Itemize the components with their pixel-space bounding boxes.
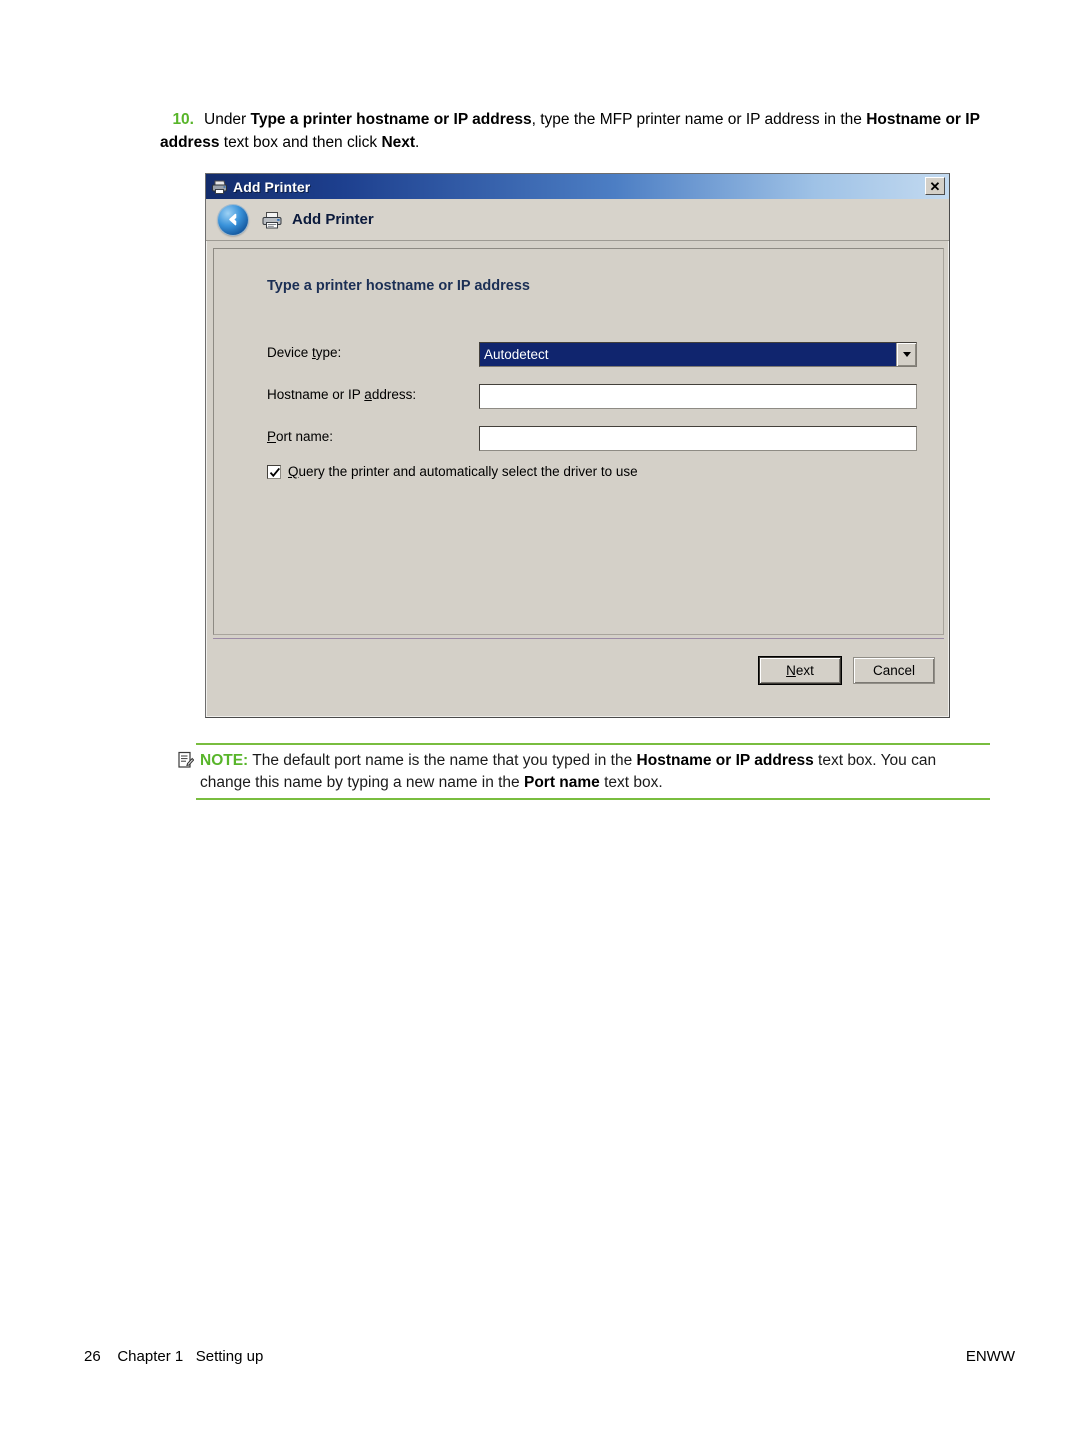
panel-heading: Type a printer hostname or IP address	[267, 278, 530, 294]
nav-title: Add Printer	[292, 211, 374, 228]
hostname-input[interactable]	[479, 384, 917, 409]
cancel-button[interactable]: Cancel	[853, 657, 935, 684]
dialog-title: Add Printer	[233, 178, 311, 195]
device-type-label: Device type:	[267, 345, 342, 360]
device-type-select[interactable]: Autodetect	[479, 342, 917, 367]
note-label: NOTE:	[200, 752, 249, 769]
note-text: NOTE: The default port name is the name …	[200, 750, 990, 794]
query-printer-checkbox-row[interactable]: Query the printer and automatically sele…	[267, 464, 638, 479]
dialog-content-panel: Type a printer hostname or IP address De…	[213, 248, 944, 635]
next-button[interactable]: Next	[758, 656, 842, 685]
port-name-label: Port name:	[267, 429, 334, 444]
note-sentence: The default port name is the name that y…	[200, 752, 937, 791]
query-printer-checkbox[interactable]	[267, 464, 281, 479]
note-icon	[178, 751, 195, 769]
hostname-row: Hostname or IP address:	[267, 387, 416, 402]
port-name-row: Port name:	[267, 429, 333, 444]
step-text: Under Type a printer hostname or IP addr…	[160, 111, 980, 151]
step-number: 10.	[172, 111, 194, 128]
back-arrow-icon[interactable]	[218, 204, 248, 235]
hostname-label: Hostname or IP address:	[267, 387, 417, 402]
device-type-value: Autodetect	[480, 343, 896, 366]
dialog-navbar: Add Printer	[206, 199, 949, 241]
checkmark-icon	[269, 467, 280, 477]
close-glyph: ✕	[929, 178, 941, 194]
step-10: 10. Under Type a printer hostname or IP …	[160, 108, 990, 154]
device-type-row: Device type:	[267, 345, 341, 360]
footer-separator	[213, 638, 944, 639]
add-printer-dialog: Add Printer ✕ Add Printer Type a printer…	[205, 173, 950, 718]
chevron-down-icon[interactable]	[896, 343, 916, 366]
port-name-input[interactable]	[479, 426, 917, 451]
note-body: NOTE: The default port name is the name …	[178, 745, 990, 798]
footer-chapter: 26 Chapter 1 Setting up	[84, 1348, 264, 1365]
note-rule-bottom	[196, 798, 990, 800]
note-callout: NOTE: The default port name is the name …	[178, 743, 990, 800]
document-page: 10. Under Type a printer hostname or IP …	[0, 0, 1080, 1437]
close-icon[interactable]: ✕	[925, 177, 945, 195]
dialog-button-bar: Next Cancel	[758, 656, 935, 685]
footer-enww: ENWW	[965, 1348, 1015, 1365]
dialog-titlebar[interactable]: Add Printer ✕	[206, 174, 949, 199]
printer-icon	[261, 210, 283, 230]
query-printer-label: Query the printer and automatically sele…	[288, 464, 638, 479]
printer-icon	[211, 179, 229, 195]
